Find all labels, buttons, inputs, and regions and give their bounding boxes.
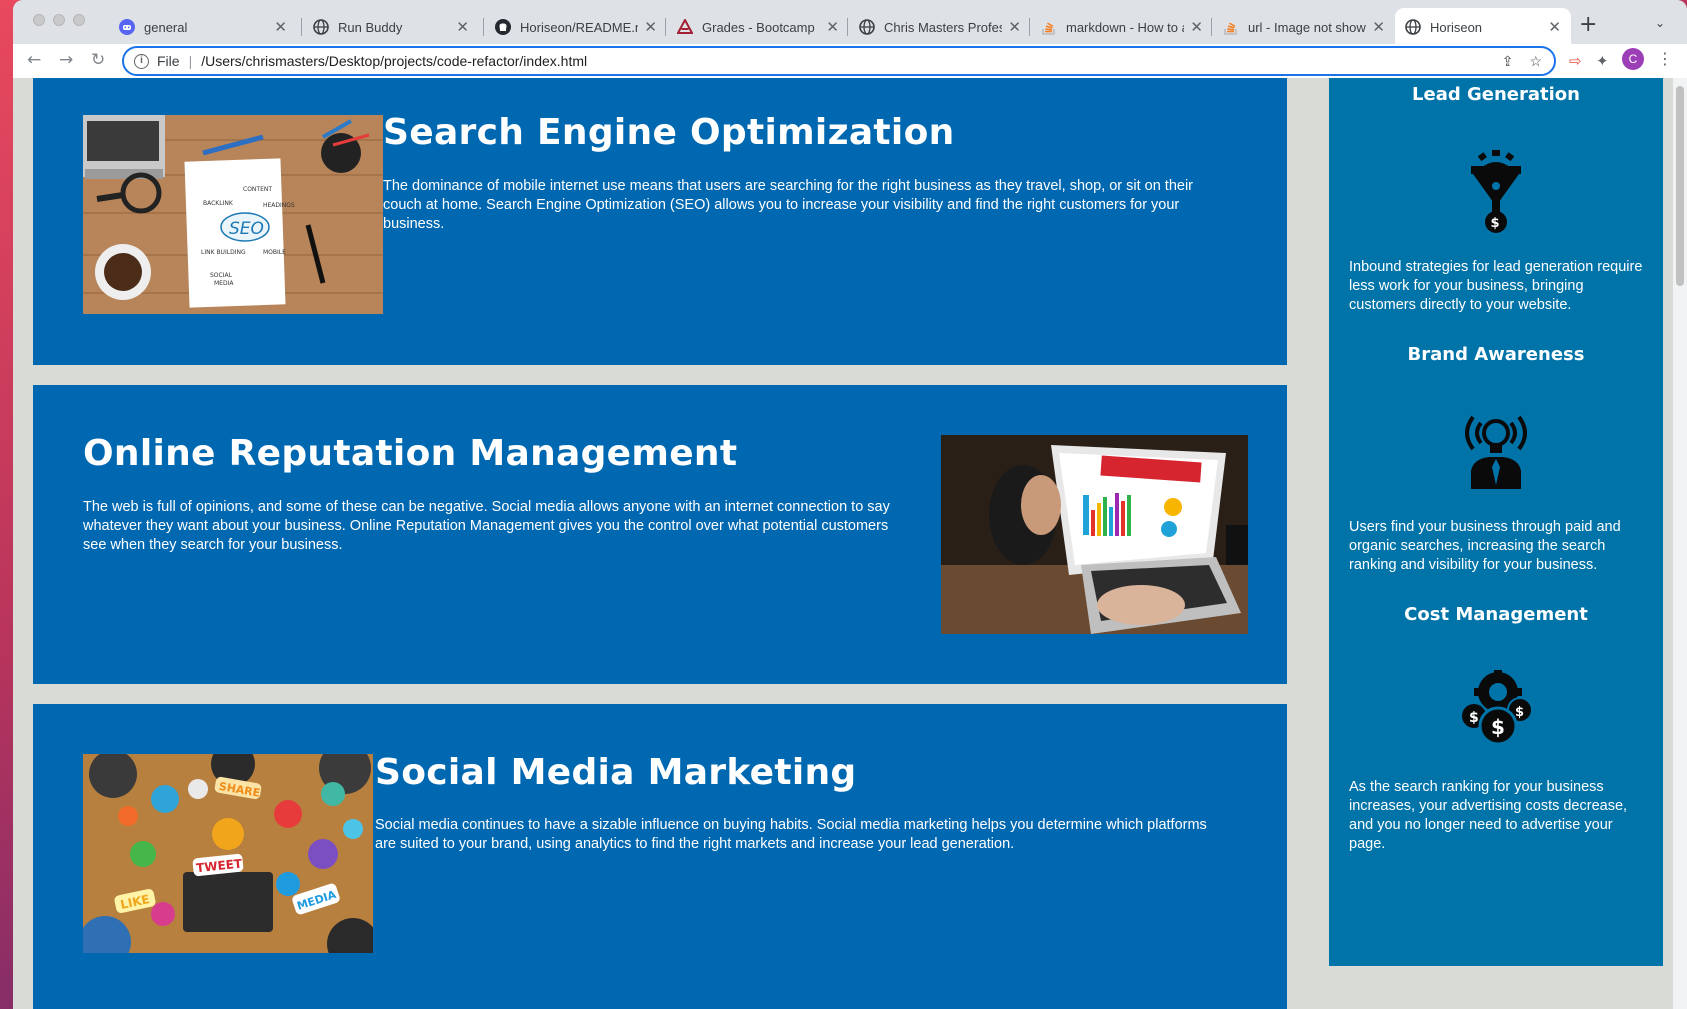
lead-generation-body: Inbound strategies for lead generation r…	[1349, 259, 1643, 313]
svg-text:BACKLINK: BACKLINK	[203, 200, 234, 207]
tab-general[interactable]: general ✕	[109, 8, 297, 46]
forward-arrow-icon[interactable]: →	[59, 50, 73, 70]
tab-close-icon[interactable]: ✕	[826, 18, 839, 36]
bookmark-star-icon[interactable]: ☆	[1529, 53, 1542, 70]
social-media-image: SHARE TWEET LIKE MEDIA	[83, 754, 373, 953]
browser-window: general ✕ Run Buddy ✕ Horiseon/README.m …	[13, 0, 1687, 1009]
github-icon	[495, 19, 511, 35]
tab-title: Horiseon	[1430, 19, 1483, 35]
profile-avatar[interactable]: C	[1622, 48, 1644, 70]
tab-grades-bootcamp[interactable]: Grades - Bootcamp ✕	[667, 8, 849, 46]
site-info-icon[interactable]: i	[134, 53, 149, 69]
svg-text:MEDIA: MEDIA	[214, 280, 234, 287]
social-media-body: Social media continues to have a sizable…	[375, 817, 1207, 852]
tab-close-icon[interactable]: ✕	[1008, 18, 1021, 36]
extension-red-icon[interactable]: ⇨	[1569, 52, 1582, 70]
brand-awareness-icon	[1329, 409, 1663, 489]
svg-text:$: $	[1491, 216, 1500, 231]
stackoverflow-icon	[1041, 19, 1057, 35]
tab-title: markdown - How to a	[1066, 19, 1185, 35]
tab-chris-masters[interactable]: Chris Masters Profes ✕	[849, 8, 1031, 46]
browser-toolbar: ← → ↻ i File | /Users/chrismasters/Deskt…	[13, 44, 1687, 78]
tab-close-icon[interactable]: ✕	[274, 18, 287, 36]
tab-markdown[interactable]: markdown - How to a ✕	[1031, 8, 1213, 46]
menu-kebab-icon[interactable]: ⋮	[1657, 49, 1673, 68]
address-scheme: File	[157, 53, 180, 69]
tab-close-icon[interactable]: ✕	[456, 18, 469, 36]
globe-icon	[313, 19, 329, 35]
discord-icon	[119, 19, 135, 35]
seo-title: Search Engine Optimization	[383, 112, 955, 153]
reputation-title: Online Reputation Management	[83, 433, 738, 474]
tab-horiseon[interactable]: Horiseon ✕	[1395, 8, 1571, 46]
cost-management-body: As the search ranking for your business …	[1349, 779, 1628, 852]
svg-text:CONTENT: CONTENT	[243, 186, 272, 193]
share-icon[interactable]: ⇪	[1502, 53, 1514, 70]
reputation-section: Online Reputation Management The web is …	[33, 385, 1287, 684]
minimize-window-button[interactable]	[53, 14, 65, 26]
social-media-title: Social Media Marketing	[375, 752, 857, 793]
back-arrow-icon[interactable]: ←	[27, 50, 41, 70]
svg-text:SEO: SEO	[229, 219, 264, 239]
cost-management-icon: $ $ $	[1329, 670, 1663, 746]
svg-text:$: $	[1515, 705, 1524, 720]
address-bar[interactable]: i File | /Users/chrismasters/Desktop/pro…	[122, 46, 1556, 76]
svg-text:LINK BUILDING: LINK BUILDING	[201, 249, 246, 256]
tab-url-image[interactable]: url - Image not show ✕	[1213, 8, 1395, 46]
tab-search-chevron-icon[interactable]: ⌄	[1655, 16, 1665, 30]
reload-icon[interactable]: ↻	[91, 50, 105, 70]
close-window-button[interactable]	[33, 14, 45, 26]
cost-management-title: Cost Management	[1404, 604, 1588, 625]
bootcamp-icon	[677, 19, 693, 35]
new-tab-button[interactable]: +	[1579, 12, 1597, 37]
tab-horiseon-readme[interactable]: Horiseon/README.m ✕	[485, 8, 667, 46]
svg-text:$: $	[1469, 710, 1479, 726]
svg-text:HEADINGS: HEADINGS	[263, 202, 295, 209]
tab-title: Grades - Bootcamp	[702, 19, 815, 35]
social-media-section: SHARE TWEET LIKE MEDIA Social Media Mark…	[33, 704, 1287, 1009]
tab-run-buddy[interactable]: Run Buddy ✕	[303, 8, 479, 46]
globe-icon	[1405, 19, 1421, 35]
tab-title: Horiseon/README.m	[520, 19, 639, 35]
tab-title: Chris Masters Profes	[884, 19, 1003, 35]
globe-icon	[859, 19, 875, 35]
svg-text:SOCIAL: SOCIAL	[210, 272, 233, 279]
svg-text:$: $	[1491, 715, 1505, 739]
reputation-body: The web is full of opinions, and some of…	[83, 499, 890, 553]
address-url[interactable]: /Users/chrismasters/Desktop/projects/cod…	[201, 53, 587, 69]
lead-generation-icon: $	[1329, 150, 1663, 234]
tab-close-icon[interactable]: ✕	[1372, 18, 1385, 36]
window-controls	[33, 14, 85, 26]
seo-section: CONTENT BACKLINK HEADINGS LINK BUILDING …	[33, 78, 1287, 365]
page-scrollbar[interactable]	[1673, 78, 1687, 1009]
tab-title: Run Buddy	[338, 19, 403, 35]
tab-close-icon[interactable]: ✕	[644, 18, 657, 36]
tab-close-icon[interactable]: ✕	[1190, 18, 1203, 36]
seo-body: The dominance of mobile internet use mea…	[383, 178, 1194, 232]
stackoverflow-icon	[1223, 19, 1239, 35]
brand-awareness-title: Brand Awareness	[1407, 344, 1585, 365]
maximize-window-button[interactable]	[73, 14, 85, 26]
scrollbar-thumb[interactable]	[1676, 86, 1684, 286]
tab-title: url - Image not show	[1248, 19, 1366, 35]
page-viewport: CONTENT BACKLINK HEADINGS LINK BUILDING …	[13, 78, 1687, 1009]
brand-awareness-body: Users find your business through paid an…	[1349, 519, 1621, 573]
svg-text:MOBILE: MOBILE	[263, 249, 286, 256]
lead-generation-title: Lead Generation	[1412, 84, 1580, 105]
reputation-image	[941, 435, 1248, 634]
benefits-sidebar: Lead Generation $ Inbound strategies for…	[1329, 78, 1663, 966]
extensions-puzzle-icon[interactable]: ✦	[1596, 52, 1609, 70]
seo-image: CONTENT BACKLINK HEADINGS LINK BUILDING …	[83, 115, 383, 314]
tab-strip: general ✕ Run Buddy ✕ Horiseon/README.m …	[13, 0, 1687, 46]
tab-close-icon[interactable]: ✕	[1548, 18, 1561, 36]
tab-title: general	[144, 19, 188, 35]
